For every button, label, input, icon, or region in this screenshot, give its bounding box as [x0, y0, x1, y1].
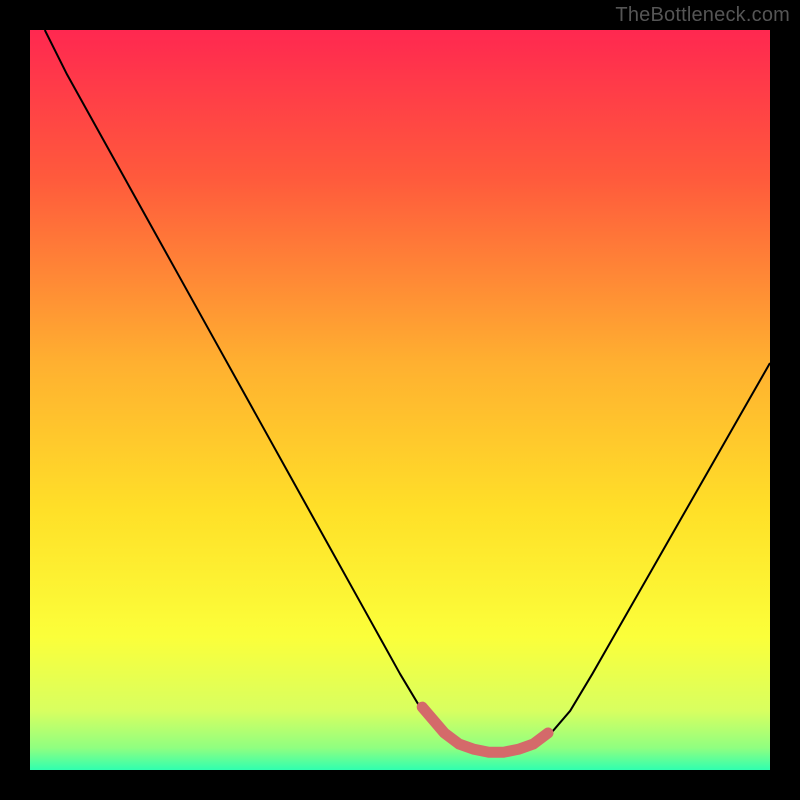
watermark-text: TheBottleneck.com: [615, 4, 790, 27]
plot-area: [30, 30, 770, 770]
chart-container: TheBottleneck.com: [0, 0, 800, 800]
gradient-background: [30, 30, 770, 770]
chart-svg: [30, 30, 770, 770]
